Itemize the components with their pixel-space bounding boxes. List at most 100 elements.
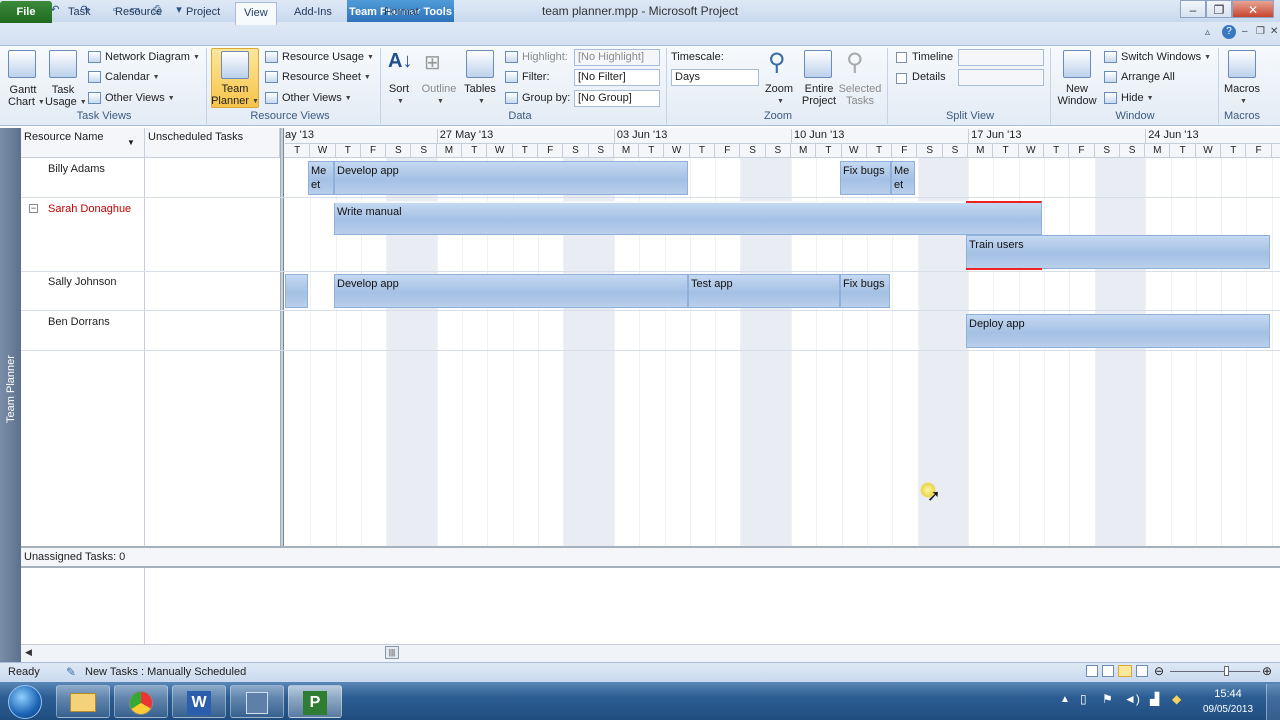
help-icon[interactable]: ?	[1222, 25, 1236, 39]
word-icon: W	[187, 691, 211, 715]
task-bar-meet[interactable]: Me et	[308, 161, 334, 195]
restore-button[interactable]: ❐	[1206, 0, 1232, 18]
zoom-icon[interactable]: ⚲	[768, 48, 786, 77]
resource-row-ben-dorrans[interactable]: Ben Dorrans	[48, 316, 110, 328]
task-usage-button[interactable]: Task Usage ▼	[45, 84, 87, 108]
action-center-icon[interactable]: ⚑	[1102, 692, 1113, 706]
tables-button[interactable]: Tables ▼	[462, 83, 498, 107]
network-diagram-button[interactable]: Network Diagram ▼	[88, 51, 200, 64]
task-usage-icon[interactable]	[49, 50, 77, 78]
tab-task[interactable]: Task	[60, 2, 99, 24]
timescale-day-label: T	[639, 144, 665, 158]
scroll-left-icon[interactable]: ◀	[25, 647, 32, 658]
resource-row-sally-johnson[interactable]: Sally Johnson	[48, 276, 117, 288]
resource-sheet-shortcut-icon[interactable]	[1136, 665, 1148, 677]
tab-format[interactable]: Format	[376, 2, 427, 24]
task-bar-continuation[interactable]	[285, 274, 308, 308]
task-bar-train-users[interactable]: Train users	[966, 235, 1270, 269]
collapse-icon[interactable]: −	[29, 204, 38, 213]
minimize-button[interactable]: –	[1180, 0, 1206, 18]
column-dropdown-icon[interactable]: ▼	[127, 134, 135, 152]
details-checkbox[interactable]	[896, 73, 907, 84]
doc-minimize-icon[interactable]: –	[1242, 26, 1248, 37]
doc-restore-icon[interactable]: ❐	[1256, 26, 1265, 37]
tray-app-icon[interactable]: ◆	[1172, 692, 1181, 706]
task-bar-develop-app[interactable]: Develop app	[334, 161, 688, 195]
day-gridline	[1094, 158, 1096, 546]
zoom-button[interactable]: Zoom ▼	[763, 83, 795, 107]
taskbar-explorer[interactable]	[56, 685, 110, 718]
arrange-all-button[interactable]: Arrange All	[1104, 71, 1175, 84]
tab-file[interactable]: File	[0, 1, 52, 23]
tab-add-ins[interactable]: Add-Ins	[286, 2, 340, 24]
entire-project-icon[interactable]	[804, 50, 832, 78]
network-icon[interactable]: ▟	[1150, 692, 1159, 706]
zoom-out-icon[interactable]: ⊖	[1154, 664, 1164, 678]
other-task-views-button[interactable]: Other Views ▼	[88, 92, 175, 105]
start-button[interactable]	[8, 685, 42, 719]
resource-row-sarah-donaghue[interactable]: Sarah Donaghue	[48, 203, 131, 215]
zoom-in-icon[interactable]: ⊕	[1262, 664, 1272, 678]
zoom-slider-thumb[interactable]	[1224, 666, 1229, 676]
status-new-tasks-mode[interactable]: New Tasks : Manually Scheduled	[85, 666, 246, 678]
gantt-chart-button[interactable]: Gantt Chart ▼	[8, 84, 45, 108]
sort-button[interactable]: Sort ▼	[388, 83, 410, 107]
show-hidden-icons[interactable]: ▲	[1060, 694, 1070, 705]
minimize-ribbon-icon[interactable]: ▵	[1205, 27, 1210, 38]
arrange-all-icon	[1104, 71, 1117, 84]
tables-icon[interactable]	[466, 50, 494, 78]
task-bar-write-manual[interactable]: Write manual	[334, 201, 1042, 235]
gantt-chart-icon[interactable]	[8, 50, 36, 78]
task-bar-develop-app[interactable]: Develop app	[334, 274, 688, 308]
show-desktop-button[interactable]	[1266, 684, 1280, 720]
group-label-data: Data	[508, 110, 532, 122]
group-separator	[1050, 48, 1051, 124]
task-bar-fix-bugs[interactable]: Fix bugs	[840, 274, 890, 308]
device-icon[interactable]: ▯	[1080, 692, 1087, 706]
close-button[interactable]: ✕	[1232, 0, 1274, 18]
tab-project[interactable]: Project	[178, 2, 228, 24]
resource-sheet-button[interactable]: Resource Sheet ▼	[265, 71, 371, 84]
volume-icon[interactable]: ◄)	[1124, 692, 1140, 706]
timeline-checkbox[interactable]	[896, 52, 907, 63]
horizontal-scrollbar[interactable]	[21, 644, 1280, 662]
taskbar-chrome[interactable]	[114, 685, 168, 718]
scroll-thumb[interactable]: |||	[385, 646, 399, 659]
taskbar-word[interactable]: W	[172, 685, 226, 718]
resource-row-billy-adams[interactable]: Billy Adams	[48, 163, 105, 175]
task-usage-shortcut-icon[interactable]	[1102, 665, 1114, 677]
tab-resource[interactable]: Resource	[107, 2, 170, 24]
new-window-icon[interactable]	[1063, 50, 1091, 78]
hide-button[interactable]: Hide ▼	[1104, 92, 1154, 105]
clock-date[interactable]: 09/05/2013	[1196, 704, 1260, 715]
doc-close-icon[interactable]: ✕	[1270, 26, 1278, 37]
team-planner-shortcut-icon[interactable]	[1118, 665, 1132, 677]
resource-usage-button[interactable]: Resource Usage ▼	[265, 51, 374, 64]
other-resource-views-button[interactable]: Other Views ▼	[265, 92, 352, 105]
new-window-button[interactable]: New Window	[1055, 83, 1099, 107]
switch-windows-button[interactable]: Switch Windows ▼	[1104, 51, 1211, 64]
task-bar-test-app[interactable]: Test app	[688, 274, 840, 308]
task-bar-fix-bugs[interactable]: Fix bugs	[840, 161, 891, 195]
macros-icon[interactable]	[1228, 50, 1256, 78]
clock-time[interactable]: 15:44	[1200, 688, 1256, 700]
task-bar-meet[interactable]: Me et	[891, 161, 915, 195]
sort-icon[interactable]: A↓	[388, 50, 412, 73]
calendar-button[interactable]: Calendar ▼	[88, 71, 160, 84]
resource-usage-icon	[265, 51, 278, 64]
gantt-view-shortcut-icon[interactable]	[1086, 665, 1098, 677]
taskbar-project[interactable]: P	[288, 685, 342, 718]
column-header-resource-name[interactable]: Resource Name ▼	[21, 128, 145, 158]
entire-project-button[interactable]: Entire Project	[798, 83, 840, 107]
zoom-slider-track[interactable]	[1170, 671, 1260, 672]
macros-button[interactable]: Macros ▼	[1222, 83, 1262, 107]
taskbar-media[interactable]	[230, 685, 284, 718]
group-by-combo[interactable]: [No Group]	[574, 90, 660, 107]
timescale-day-label: W	[487, 144, 513, 158]
timescale-combo[interactable]: Days	[671, 69, 759, 86]
column-header-unscheduled[interactable]: Unscheduled Tasks	[145, 128, 280, 158]
unassigned-chart-area[interactable]	[285, 568, 1280, 644]
tab-view[interactable]: View	[235, 2, 277, 25]
filter-combo[interactable]: [No Filter]	[574, 69, 660, 86]
task-bar-deploy-app[interactable]: Deploy app	[966, 314, 1270, 348]
